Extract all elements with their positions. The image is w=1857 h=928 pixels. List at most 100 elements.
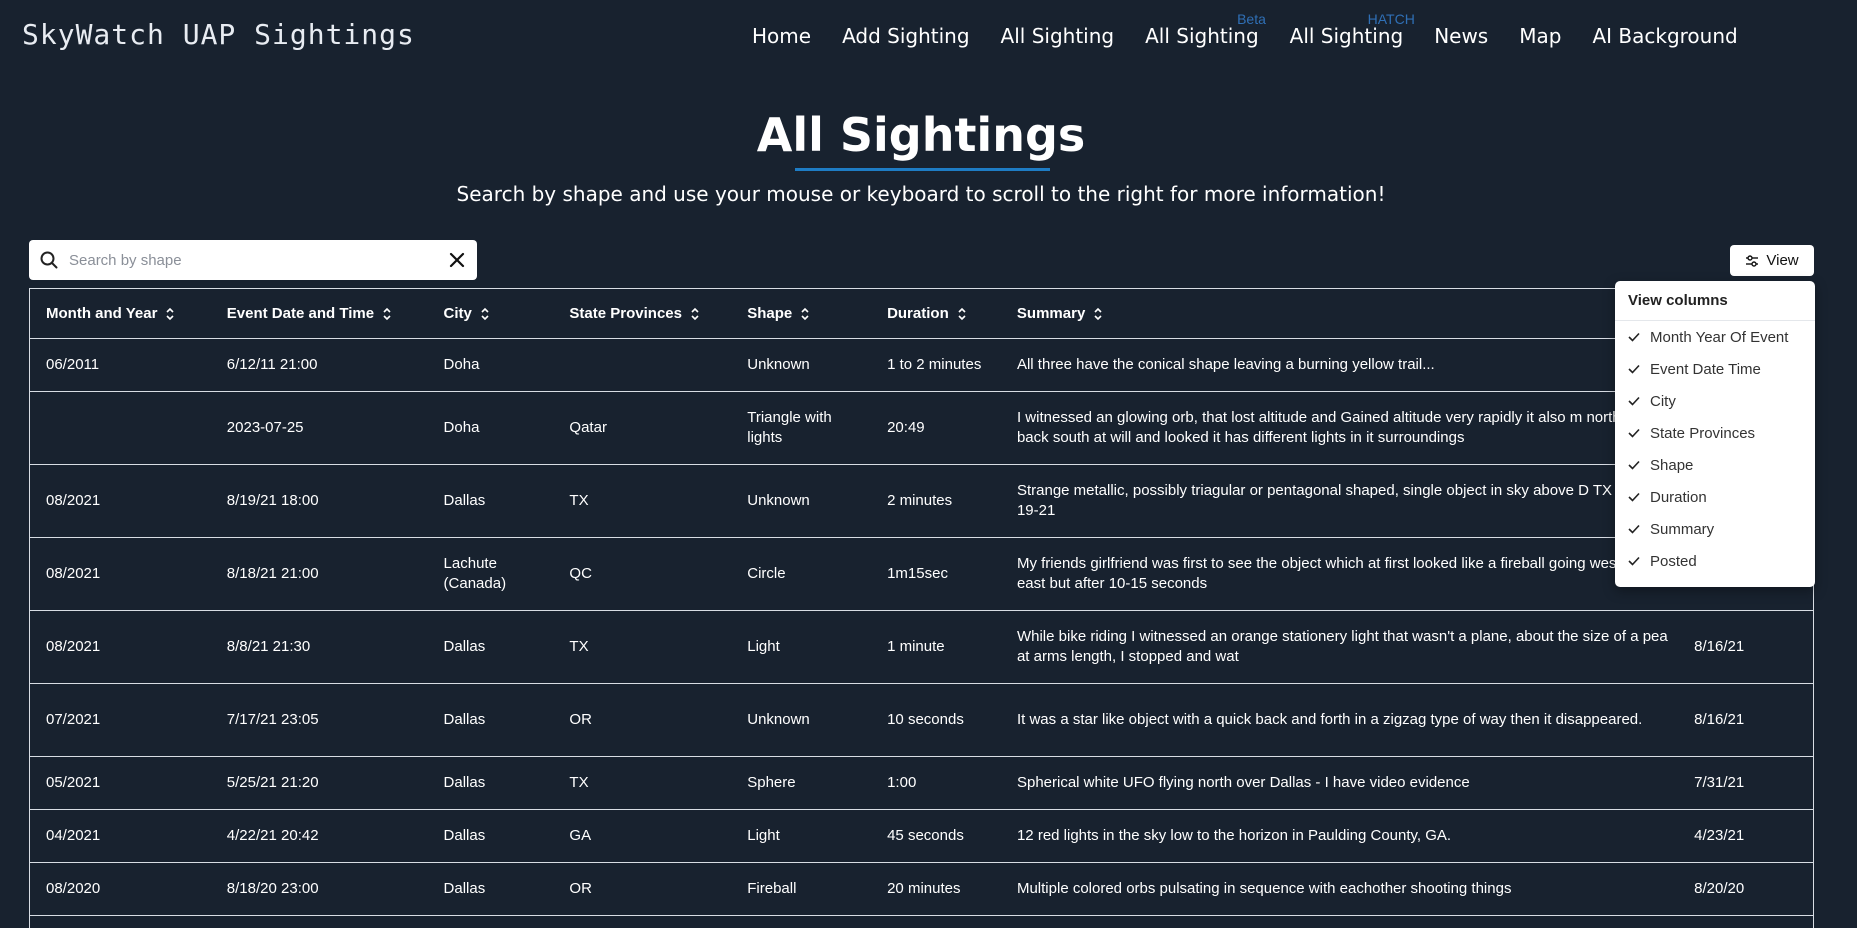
table-cell: 1m15sec (887, 565, 948, 582)
sightings-table: Month and Year Event Date and Time City Sta… (29, 288, 1814, 928)
sort-icon (801, 307, 809, 320)
table-cell: 05/2021 (46, 774, 101, 791)
check-icon (1628, 556, 1640, 566)
column-header[interactable]: Month and Year (30, 305, 211, 322)
table-cell: 8/16/21 (1694, 638, 1745, 655)
table-cell: Unknown (747, 492, 810, 509)
column-header[interactable]: Duration (871, 305, 1001, 322)
check-icon (1628, 332, 1640, 342)
nav-item-label: All Sighting (1289, 24, 1404, 48)
sort-icon (481, 307, 489, 320)
table-cell: 5/25/21 21:20 (226, 774, 319, 791)
table-cell: While bike riding I witnessed an orange … (1016, 628, 1668, 665)
column-header[interactable]: Event Date and Time (211, 305, 428, 322)
table-cell: Dallas (443, 880, 486, 897)
view-menu-item[interactable]: City (1615, 385, 1815, 417)
table-row[interactable]: 07/2021 7/17/21 23:05 Dallas OR Unknown 10 se… (30, 684, 1813, 757)
nav-item-add-sighting[interactable]: Add Sighting (842, 24, 969, 48)
nav-item-news[interactable]: News (1434, 24, 1488, 48)
nav-item-all-sighting[interactable]: All Sighting (1001, 24, 1115, 48)
table-cell: Qatar (569, 419, 607, 436)
table-cell: 07/2021 (46, 711, 101, 728)
column-header[interactable]: Summary (1001, 305, 1678, 322)
table-row[interactable]: 08/2020 8/18/20 23:00 Dallas OR Fireball 20 m… (30, 863, 1813, 916)
table-row[interactable]: 04/2021 4/22/21 20:42 Dallas GA Light 45 seco… (30, 810, 1813, 863)
table-cell: TX (569, 492, 589, 509)
table-cell: Dallas (443, 492, 486, 509)
column-header[interactable]: City (428, 305, 554, 322)
page-subtitle: Search by shape and use your mouse or ke… (456, 182, 1386, 206)
check-icon (1628, 492, 1640, 502)
search-icon (29, 240, 69, 280)
check-icon (1628, 396, 1640, 406)
table-cell: OR (569, 711, 592, 728)
search-input[interactable] (69, 251, 437, 269)
table-cell: 6/12/11 21:00 (226, 356, 318, 373)
table-cell: OR (569, 880, 592, 897)
view-columns-menu: View columns Month Year Of Event Event Da… (1615, 281, 1815, 587)
table-row[interactable]: 08/2021 8/19/21 18:00 Dallas TX Unknown 2 min… (30, 465, 1813, 538)
table-cell: 8/19/21 18:00 (226, 492, 319, 509)
table-cell: Unknown (747, 711, 810, 728)
view-menu-item-label: Month Year Of Event (1650, 328, 1789, 346)
table-cell: 45 seconds (887, 827, 964, 844)
view-columns-button[interactable]: View (1730, 245, 1814, 276)
app-logo[interactable]: SkyWatch UAP Sightings (22, 18, 415, 51)
sort-icon (383, 307, 391, 320)
view-menu-item[interactable]: State Provinces (1615, 417, 1815, 449)
table-cell: Dallas (443, 827, 486, 844)
column-header-label: City (443, 305, 472, 322)
sort-icon (166, 307, 174, 320)
table-cell: 06/2011 (46, 356, 100, 373)
nav-item-all-sighting-beta[interactable]: Beta All Sighting (1145, 11, 1266, 48)
view-menu-item-label: City (1650, 392, 1676, 410)
table-row[interactable]: 2023-07-25 Doha Qatar Triangle with lights 2… (30, 392, 1813, 465)
table-cell: 8/18/20 23:00 (226, 880, 319, 897)
table-cell: 20:49 (887, 419, 925, 436)
table-cell: 8/20/20 (1694, 880, 1745, 897)
table-cell: 4/23/21 (1694, 827, 1745, 844)
nav-item-home[interactable]: Home (752, 24, 811, 48)
nav-item-ai-background[interactable]: AI Background (1592, 24, 1737, 48)
table-row[interactable]: 06/2011 6/12/11 21:00 Doha Unknown 1 to 2 mi… (30, 339, 1813, 392)
table-cell: GA (569, 827, 592, 844)
table-cell: Light (747, 638, 780, 655)
view-menu-item[interactable]: Month Year Of Event (1615, 321, 1815, 353)
table-cell: Fireball (747, 880, 797, 897)
view-menu-item[interactable]: Posted (1615, 545, 1815, 577)
table-row[interactable]: 05/2021 5/25/21 21:20 Dallas TX Sphere 1:00 Sp… (30, 757, 1813, 810)
table-cell: 7/17/21 23:05 (226, 711, 319, 728)
table-cell: 2 minutes (887, 492, 953, 509)
view-menu-title: View columns (1615, 281, 1815, 321)
nav-item-map[interactable]: Map (1519, 24, 1561, 48)
table-cell (30, 392, 211, 464)
table-body: 06/2011 6/12/11 21:00 Doha Unknown 1 to 2 mi… (30, 339, 1813, 916)
view-menu-item[interactable]: Shape (1615, 449, 1815, 481)
main-nav: Home Add Sighting All Sighting Beta All … (752, 11, 1769, 48)
table-cell: Unknown (747, 356, 810, 373)
table-cell: Sphere (747, 774, 796, 791)
view-menu-item[interactable]: Duration (1615, 481, 1815, 513)
table-cell: Dallas (443, 638, 486, 655)
table-cell: QC (569, 565, 592, 582)
table-cell: Dallas (443, 711, 486, 728)
table-row[interactable]: 08/2021 8/18/21 21:00 Lachute (Canada) QC Ci… (30, 538, 1813, 611)
table-cell: 8/18/21 21:00 (226, 565, 319, 582)
beta-tag: Beta (1237, 11, 1266, 27)
table-cell: 08/2020 (46, 880, 101, 897)
nav-item-all-sighting-hatch[interactable]: HATCH All Sighting (1289, 11, 1415, 48)
hatch-tag: HATCH (1367, 11, 1415, 27)
check-icon (1628, 428, 1640, 438)
table-cell: Doha (443, 419, 480, 436)
clear-search-button[interactable] (437, 240, 477, 280)
table-cell: Strange metallic, possibly triagular or … (1016, 482, 1651, 519)
column-header[interactable]: Shape (731, 305, 871, 322)
table-cell: Light (747, 827, 780, 844)
sort-icon (958, 307, 966, 320)
view-button-label: View (1766, 252, 1799, 269)
view-menu-item[interactable]: Summary (1615, 513, 1815, 545)
column-header[interactable]: State Provinces (553, 305, 731, 322)
view-menu-item[interactable]: Event Date Time (1615, 353, 1815, 385)
table-cell: 7/31/21 (1694, 774, 1745, 791)
table-row[interactable]: 08/2021 8/8/21 21:30 Dallas TX Light 1 minute… (30, 611, 1813, 684)
